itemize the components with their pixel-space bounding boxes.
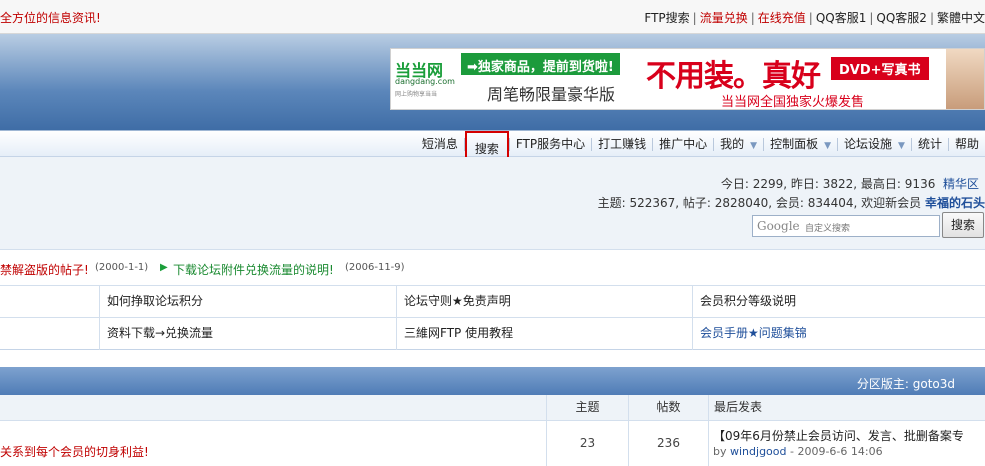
main-nav-bar: 短消息 搜索 FTP服务中心 打工赚钱 推广中心 我的 ▼ 控制面板 ▼ 论坛设施 ▼… [0, 130, 985, 168]
stats-totals: 主题: 522367, 帖子: 2828040, 会员: 834404, 欢迎新… [597, 196, 985, 210]
ad-promo: ➡独家商品，提前到货啦! [461, 53, 620, 75]
chevron-down-icon: ▼ [750, 141, 758, 151]
quick-link[interactable]: 论坛守则★免责声明 [404, 294, 511, 308]
ad-poster-image [946, 49, 984, 109]
qq-service-1-link[interactable]: QQ客服1 [816, 11, 867, 25]
last-post-user-link[interactable]: windjgood [730, 445, 787, 458]
stats-daily: 今日: 2299, 昨日: 3822, 最高日: 9136 精华区 [720, 177, 979, 191]
last-post-meta: by windjgood - 2009-6-6 14:06 [713, 445, 883, 458]
google-logo: Google [757, 219, 800, 233]
nav-messages[interactable]: 短消息 [416, 131, 464, 158]
quick-link[interactable]: 三維网FTP 使用教程 [404, 326, 513, 340]
quick-link[interactable]: 如何挣取论坛积分 [107, 294, 203, 308]
nav-forum-tools[interactable]: 论坛设施 ▼ [838, 131, 911, 158]
ad-dvd-badge: DVD+写真书 [831, 57, 929, 80]
column-header-posts: 帖数 [628, 395, 708, 421]
newest-member-link[interactable]: 幸福的石头 [925, 196, 985, 210]
news-ticker: 全方位的信息资讯! [0, 11, 101, 25]
announcement-link[interactable]: 下载论坛附件兑换流量的说明! [173, 261, 334, 278]
search-input[interactable]: Google 自定义搜索 [752, 215, 940, 237]
quick-link-cell: 如何挣取论坛积分 [100, 286, 397, 318]
forum-topic-count: 23 [546, 421, 628, 466]
dangdang-logo: 当当网 dangdang.com 网上购物享当当 [393, 53, 459, 107]
quick-link-cell: 三維网FTP 使用教程 [397, 318, 693, 350]
quick-link-cell [0, 318, 100, 350]
traffic-exchange-link[interactable]: 流量兑换 [700, 11, 748, 25]
forum-last-post: 【09年6月份禁止会员访问、发言、批删备案专 by windjgood - 20… [708, 421, 985, 466]
quick-link-cell: 会员手册★问题集锦 [693, 318, 985, 350]
main-nav: 短消息 搜索 FTP服务中心 打工赚钱 推广中心 我的 ▼ 控制面板 ▼ 论坛设施 ▼… [416, 131, 985, 168]
column-header-last-post: 最后发表 [708, 395, 985, 421]
forum-row: 关系到每个会员的切身利益! 23 236 【09年6月份禁止会员访问、发言、批删… [0, 421, 985, 466]
forum-post-count: 236 [628, 421, 708, 466]
search-placeholder: 自定义搜索 [805, 224, 851, 234]
ad-product: 周笔畅限量豪华版 [487, 85, 616, 104]
digest-link[interactable]: 精华区 [943, 177, 979, 191]
chevron-down-icon: ▼ [824, 141, 832, 151]
forum-section-header: 分区版主: goto3d [0, 367, 985, 395]
last-post-title-link[interactable]: 【09年6月份禁止会员访问、发言、批删备案专 [713, 427, 964, 444]
nav-mine[interactable]: 我的 ▼ [714, 131, 763, 158]
announcement-link[interactable]: 禁解盗版的帖子! [0, 261, 89, 278]
nav-ftp-center[interactable]: FTP服务中心 [510, 131, 591, 158]
quick-link-cell [0, 286, 100, 318]
ftp-search-link[interactable]: FTP搜索 [644, 11, 689, 25]
nav-control-panel[interactable]: 控制面板 ▼ [764, 131, 837, 158]
online-recharge-link[interactable]: 在线充值 [758, 11, 806, 25]
column-header-topics: 主题 [546, 395, 628, 421]
ad-banner[interactable]: 当当网 dangdang.com 网上购物享当当 ➡独家商品，提前到货啦! 周笔… [390, 48, 985, 110]
ad-tagline: 当当网全国独家火爆发售 [721, 95, 865, 110]
quick-link[interactable]: 会员手册★问题集锦 [700, 326, 807, 340]
site-header: 当当网 dangdang.com 网上购物享当当 ➡独家商品，提前到货啦! 周笔… [0, 34, 985, 130]
quick-links-table: 如何挣取论坛积分 论坛守则★免责声明 会员积分等级说明 资料下载→兑换流量 三維… [0, 286, 985, 350]
quick-link-cell: 资料下载→兑换流量 [100, 318, 397, 350]
chevron-down-icon: ▼ [898, 141, 905, 151]
announcements: 禁解盗版的帖子! (2000-1-1) ▶ 下载论坛附件兑换流量的说明! (20… [0, 250, 985, 286]
nav-earn-money[interactable]: 打工赚钱 [592, 131, 652, 158]
section-moderator[interactable]: 分区版主: goto3d [857, 375, 955, 392]
search-button[interactable]: 搜索 [942, 212, 984, 238]
quick-link-cell: 论坛守则★免责声明 [397, 286, 693, 318]
quick-link[interactable]: 资料下载→兑换流量 [107, 326, 213, 340]
forum-column-headers: 主题 帖数 最后发表 [0, 395, 985, 421]
announcement-date: (2000-1-1) [95, 262, 149, 273]
triangle-right-icon: ▶ [160, 262, 168, 273]
top-bar: 全方位的信息资讯! FTP搜索 | 流量兑换 | 在线充值 | QQ客服1 | QQ客服2 | 繁體… [0, 0, 985, 34]
forum-title-link[interactable]: 关系到每个会员的切身利益! [0, 443, 149, 460]
traditional-chinese-link[interactable]: 繁體中文 [937, 11, 985, 25]
quick-link-cell: 会员积分等级说明 [693, 286, 985, 318]
nav-help[interactable]: 帮助 [949, 131, 985, 158]
nav-promotion[interactable]: 推广中心 [653, 131, 713, 158]
forum-stats: 今日: 2299, 昨日: 3822, 最高日: 9136 精华区 主题: 52… [0, 157, 985, 250]
nav-stats[interactable]: 统计 [912, 131, 948, 158]
top-links: FTP搜索 | 流量兑换 | 在线充值 | QQ客服1 | QQ客服2 | 繁體中文 [644, 11, 985, 25]
qq-service-2-link[interactable]: QQ客服2 [876, 11, 927, 25]
ad-slogan: 不用装。真好 [646, 59, 821, 94]
quick-link[interactable]: 会员积分等级说明 [700, 294, 796, 308]
announcement-date: (2006-11-9) [345, 262, 405, 273]
